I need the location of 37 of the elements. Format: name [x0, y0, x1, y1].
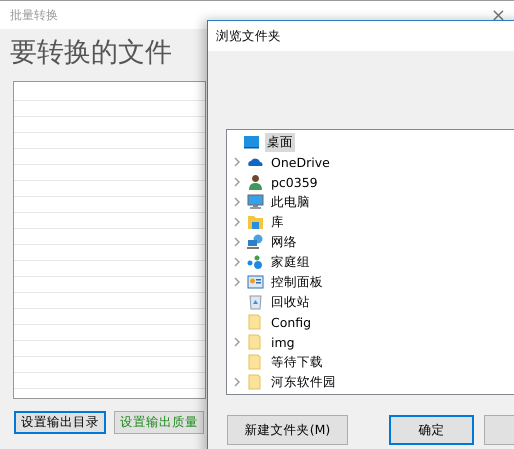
dialog-button[interactable]: 新建文件夹(M) — [227, 415, 348, 445]
monitor-icon — [247, 194, 264, 210]
tree-item[interactable]: 等待下载 — [269, 352, 325, 372]
dialog-title: 浏览文件夹 — [216, 28, 281, 44]
control-panel-icon — [247, 274, 264, 290]
tree-item[interactable]: 控制面板 — [269, 272, 325, 292]
tree-item[interactable]: 网络 — [269, 232, 299, 252]
tree-item[interactable]: OneDrive — [269, 154, 332, 170]
desktop-icon — [243, 134, 260, 150]
expand-chevron-icon[interactable] — [233, 177, 241, 187]
expand-chevron-icon[interactable] — [233, 197, 241, 207]
expand-chevron-icon[interactable] — [233, 257, 241, 267]
person-icon — [247, 174, 264, 190]
expand-chevron-icon[interactable] — [233, 337, 241, 347]
settings-button[interactable]: 设置输出目录 — [14, 411, 106, 434]
tree-item[interactable]: 回收站 — [269, 292, 312, 312]
expand-chevron-icon[interactable] — [233, 217, 241, 227]
tree-item[interactable]: Config — [269, 314, 314, 330]
window-title: 批量转换 — [10, 6, 58, 24]
tree-item[interactable]: pc0359 — [269, 174, 320, 190]
network-icon — [247, 234, 264, 250]
people-icon — [247, 254, 264, 270]
expand-chevron-icon[interactable] — [233, 277, 241, 287]
expand-chevron-icon[interactable] — [233, 157, 241, 167]
tree-item[interactable]: 库 — [269, 212, 286, 232]
tree-item[interactable]: 桌面 — [265, 132, 295, 152]
heading: 要转换的文件 — [10, 37, 172, 68]
dialog-button[interactable]: 确定 — [389, 415, 474, 445]
file-list[interactable] — [13, 81, 206, 399]
expand-chevron-icon[interactable] — [233, 377, 241, 387]
tree-item[interactable]: 河东软件园 — [269, 372, 338, 392]
expand-chevron-icon[interactable] — [233, 237, 241, 247]
tree-item[interactable]: img — [269, 334, 297, 350]
tree-item[interactable]: 家庭组 — [269, 252, 312, 272]
library-icon — [247, 214, 264, 230]
tree-item[interactable]: 此电脑 — [269, 192, 312, 212]
recycle-bin-icon — [247, 294, 264, 310]
